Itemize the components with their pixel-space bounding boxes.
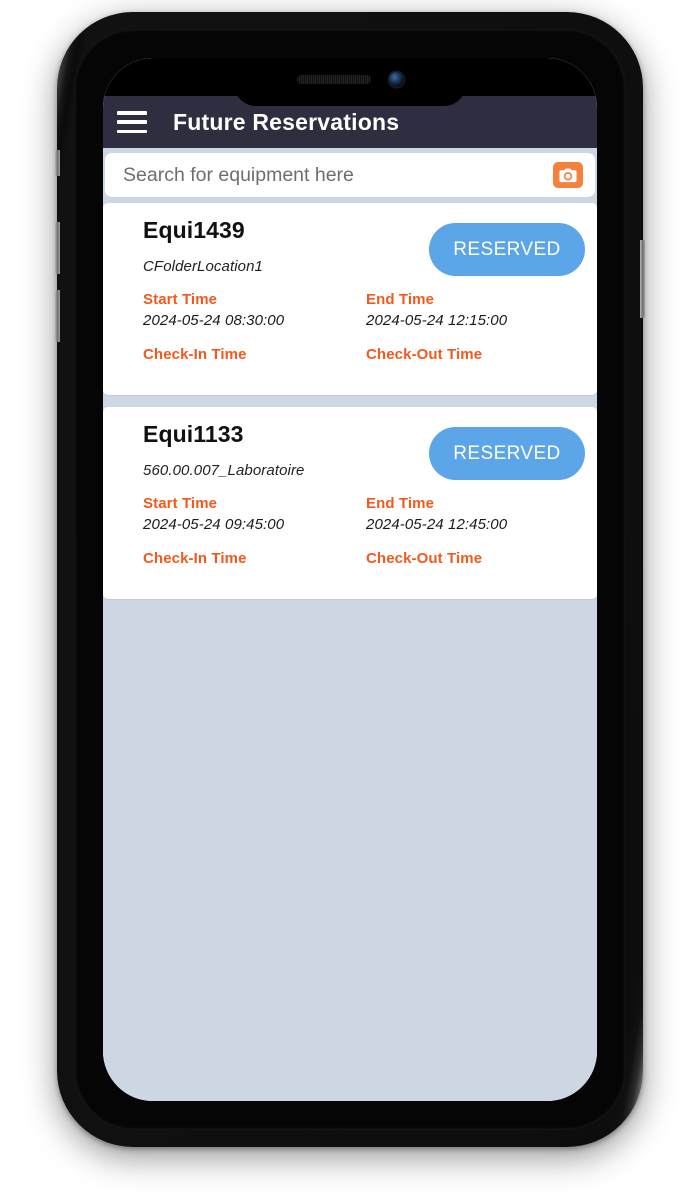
start-time-value: 2024-05-24 09:45:00 — [143, 516, 285, 533]
end-time-label: End Time — [366, 495, 435, 512]
power-button[interactable] — [640, 240, 645, 318]
search-input[interactable] — [123, 163, 553, 187]
reservation-list[interactable]: Equi1439 CFolderLocation1 RESERVED Start… — [103, 203, 597, 1101]
phone-device-frame: Future Reservations Search for equipment… — [55, 12, 645, 1147]
check-out-time-label: Check-Out Time — [366, 346, 483, 363]
volume-down-button[interactable] — [55, 290, 60, 342]
check-out-time-block: Check-Out Time — [366, 550, 579, 571]
start-time-value: 2024-05-24 08:30:00 — [143, 312, 285, 329]
check-out-time-label: Check-Out Time — [366, 550, 483, 567]
volume-up-button[interactable] — [55, 222, 60, 274]
status-badge[interactable]: RESERVED — [429, 427, 585, 480]
end-time-block: End Time 2024-05-24 12:45:00 — [366, 495, 579, 533]
status-badge[interactable]: RESERVED — [429, 223, 585, 276]
end-time-label: End Time — [366, 291, 435, 308]
reservation-card[interactable]: Equi1439 CFolderLocation1 RESERVED Start… — [103, 203, 597, 395]
silent-switch-button[interactable] — [55, 150, 60, 176]
phone-notch — [234, 58, 466, 106]
start-time-label: Start Time — [143, 291, 218, 308]
check-in-time-block: Check-In Time — [143, 346, 356, 367]
start-time-block: Start Time 2024-05-24 08:30:00 — [143, 291, 356, 329]
hamburger-menu-icon[interactable] — [117, 111, 147, 133]
phone-screen: Future Reservations Search for equipment… — [103, 58, 597, 1101]
front-camera-icon — [388, 71, 404, 87]
start-time-block: Start Time 2024-05-24 09:45:00 — [143, 495, 356, 533]
reservation-card[interactable]: Equi1133 560.00.007_Laboratoire RESERVED… — [103, 407, 597, 599]
end-time-value: 2024-05-24 12:45:00 — [366, 516, 508, 533]
check-in-time-label: Check-In Time — [143, 550, 247, 567]
check-out-time-block: Check-Out Time — [366, 346, 579, 367]
search-box[interactable] — [105, 153, 595, 197]
end-time-value: 2024-05-24 12:15:00 — [366, 312, 508, 329]
check-in-time-block: Check-In Time — [143, 550, 356, 571]
end-time-block: End Time 2024-05-24 12:15:00 — [366, 291, 579, 329]
phone-bezel: Future Reservations Search for equipment… — [74, 29, 626, 1130]
page-title: Future Reservations — [173, 108, 400, 135]
time-grid: Start Time 2024-05-24 09:45:00 End Time … — [143, 495, 579, 571]
start-time-label: Start Time — [143, 495, 218, 512]
search-bar-container — [103, 148, 597, 203]
earpiece-speaker-icon — [296, 74, 371, 84]
camera-icon[interactable] — [553, 162, 583, 188]
app-root: Future Reservations Search for equipment… — [103, 58, 597, 1101]
check-in-time-label: Check-In Time — [143, 346, 247, 363]
time-grid: Start Time 2024-05-24 08:30:00 End Time … — [143, 291, 579, 367]
